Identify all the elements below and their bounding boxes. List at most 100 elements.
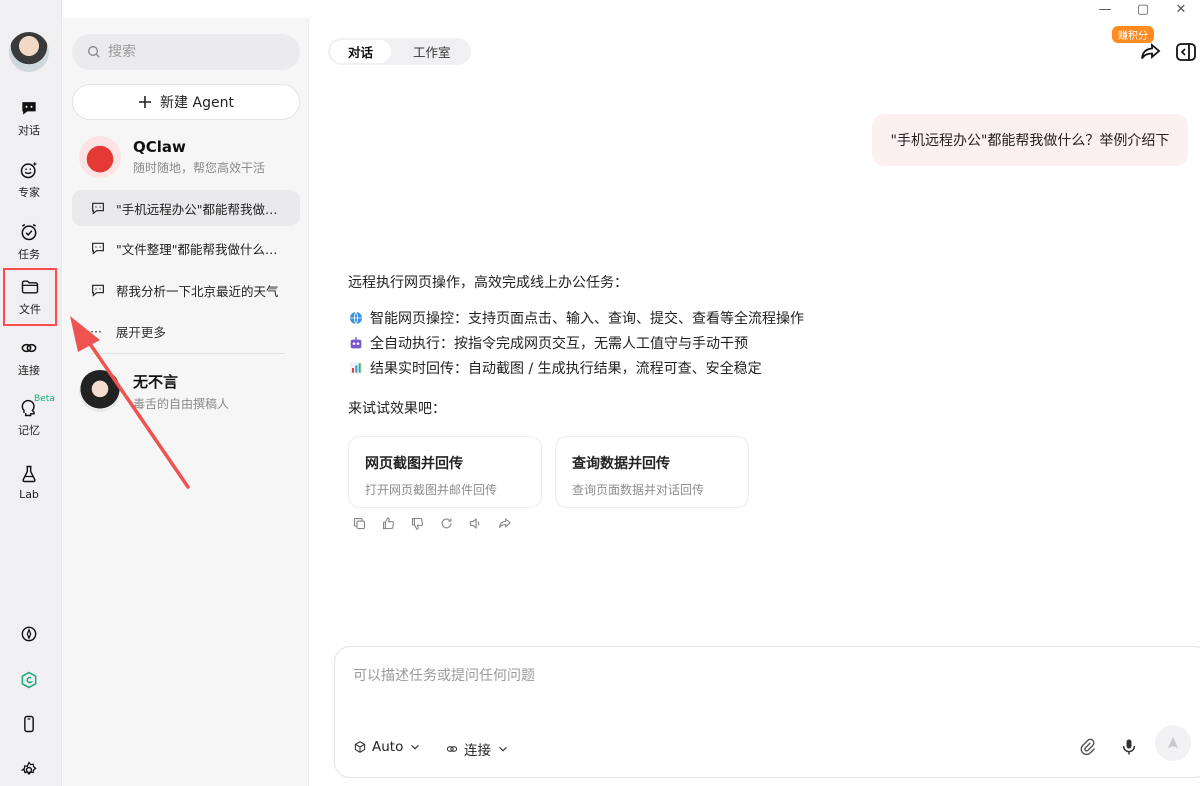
chat-title: "手机远程办公"都能帮我做… — [116, 201, 278, 217]
rail-points[interactable] — [0, 670, 58, 690]
divider — [91, 353, 285, 354]
suggestion-card[interactable]: 查询数据并回传 查询页面数据并对话回传 — [555, 436, 749, 508]
share-icon[interactable] — [497, 516, 512, 531]
search-input[interactable] — [108, 44, 278, 60]
chat-title: "文件整理"都能帮我做什么… — [116, 241, 278, 257]
search-icon — [88, 46, 100, 58]
card-title: 网页截图并回传 — [365, 456, 463, 472]
plus-icon — [139, 96, 152, 108]
rail-item-chat[interactable]: 对话 — [0, 90, 58, 146]
chat-item[interactable]: "手机远程办公"都能帮我做… — [72, 190, 300, 226]
rail-label: 任务 — [18, 248, 40, 261]
wubuyan-avatar — [79, 370, 121, 412]
tab-studio[interactable]: 工作室 — [395, 40, 469, 63]
qclaw-avatar — [79, 136, 121, 178]
mode-tabs: 对话 工作室 — [328, 38, 471, 65]
chat-item[interactable]: "文件整理"都能帮我做什么… — [72, 230, 300, 266]
user-avatar[interactable] — [9, 32, 49, 72]
left-rail: 对话 专家 任务 文件 连接 记忆 Beta Lab — [0, 0, 62, 786]
search-box[interactable] — [72, 34, 300, 70]
bar-chart-icon — [350, 362, 362, 374]
chat-icon — [92, 242, 104, 255]
try-prompt: 来试试效果吧： — [348, 401, 446, 417]
rail-item-lab[interactable]: Lab — [0, 454, 58, 510]
chevron-down-icon — [411, 744, 420, 750]
agent-name: 无不言 — [133, 372, 179, 391]
show-more-button[interactable]: ··· 展开更多 — [90, 322, 166, 341]
agent-desc: 毒舌的自由撰稿人 — [133, 396, 230, 411]
folder-icon — [21, 280, 39, 294]
more-dots-icon: ··· — [90, 324, 102, 339]
rail-label: Lab — [19, 487, 39, 501]
answer-line: 全自动执行：按指令完成网页交互，无需人工值守与手动干预 — [348, 333, 748, 353]
alarm-check-icon — [21, 223, 37, 241]
thumbs-up-icon[interactable] — [381, 516, 396, 531]
rail-label: 文件 — [19, 303, 41, 316]
tab-chat[interactable]: 对话 — [330, 40, 392, 63]
answer-line-text: 智能网页操控：支持页面点击、输入、查询、提交、查看等全流程操作 — [370, 311, 804, 327]
link-loop-icon — [21, 343, 37, 353]
share-icon[interactable] — [1138, 40, 1162, 64]
rail-mobile[interactable] — [0, 714, 58, 734]
prompt-input[interactable] — [353, 665, 1133, 705]
suggestion-card[interactable]: 网页截图并回传 打开网页截图并邮件回传 — [348, 436, 542, 508]
microphone-icon[interactable] — [1119, 737, 1139, 757]
compass-icon — [21, 626, 37, 642]
main-panel: 对话 工作室 赚积分 "手机远程办公"都能帮我做什么？举例介绍下 远程执行网页操… — [310, 18, 1200, 786]
rail-label: 专家 — [18, 186, 40, 199]
composer: Auto 连接 — [334, 646, 1200, 778]
sidebar: 新建 Agent QClaw 随时随地，帮您高效干活 "手机远程办公"都能帮我做… — [63, 18, 309, 786]
speaker-icon[interactable] — [468, 516, 483, 531]
rail-item-memory[interactable]: 记忆 Beta — [0, 390, 58, 446]
user-message-text: "手机远程办公"都能帮我做什么？举例介绍下 — [890, 133, 1170, 149]
message-actions — [352, 516, 512, 531]
rail-item-connect[interactable]: 连接 — [0, 330, 58, 386]
beta-badge: Beta — [34, 394, 55, 404]
new-agent-button[interactable]: 新建 Agent — [72, 84, 300, 120]
window-controls: — ▢ ✕ — [1086, 0, 1200, 18]
agent-desc: 随时随地，帮您高效干活 — [133, 161, 266, 175]
chat-icon — [92, 284, 104, 297]
answer-line-text: 全自动执行：按指令完成网页交互，无需人工值守与手动干预 — [370, 336, 748, 352]
rail-label: 记忆 — [18, 424, 40, 437]
rail-explore[interactable] — [0, 624, 58, 644]
rail-label: 连接 — [18, 364, 40, 377]
agent-wubuyan[interactable]: 无不言 毒舌的自由撰稿人 — [79, 370, 229, 412]
chat-item[interactable]: 帮我分析一下北京最近的天气 — [72, 272, 300, 308]
chat-icon — [92, 202, 104, 215]
rail-label: 对话 — [18, 124, 40, 137]
agent-qclaw[interactable]: QClaw 随时随地，帮您高效干活 — [79, 136, 265, 178]
globe-icon — [350, 311, 362, 325]
agent-name: QClaw — [133, 138, 186, 156]
rail-item-task[interactable]: 任务 — [0, 214, 58, 270]
green-g-icon — [21, 671, 37, 689]
chevron-down-icon — [499, 746, 507, 752]
card-desc: 打开网页截图并邮件回传 — [365, 483, 498, 497]
panel-toggle-icon[interactable] — [1174, 40, 1198, 64]
show-more-label: 展开更多 — [115, 325, 166, 340]
cube-icon — [354, 741, 366, 753]
model-selector[interactable]: Auto — [353, 739, 422, 755]
send-button[interactable] — [1155, 725, 1191, 761]
flask-icon — [22, 465, 36, 482]
attach-icon[interactable] — [1077, 737, 1097, 757]
close-button[interactable]: ✕ — [1162, 0, 1200, 18]
connect-selector[interactable]: 连接 — [445, 739, 510, 759]
refresh-icon[interactable] — [439, 516, 454, 531]
robot-icon — [350, 337, 362, 349]
maximize-button[interactable]: ▢ — [1124, 0, 1162, 18]
answer-line-text: 结果实时回传：自动截图 / 生成执行结果，流程可查、安全稳定 — [370, 361, 762, 377]
rail-settings[interactable] — [0, 760, 58, 780]
rail-item-expert[interactable]: 专家 — [0, 152, 58, 208]
answer-intro: 远程执行网页操作，高效完成线上办公任务： — [348, 275, 628, 291]
rail-item-files[interactable]: 文件 — [3, 268, 57, 326]
minimize-button[interactable]: — — [1086, 0, 1124, 18]
phone-icon — [24, 715, 34, 733]
new-agent-label: 新建 Agent — [160, 95, 234, 111]
card-desc: 查询页面数据并对话回传 — [572, 483, 705, 497]
link-loop-icon — [446, 746, 458, 752]
copy-icon[interactable] — [352, 516, 367, 531]
answer-line: 智能网页操控：支持页面点击、输入、查询、提交、查看等全流程操作 — [348, 308, 804, 328]
send-arrow-icon — [1167, 737, 1179, 749]
thumbs-down-icon[interactable] — [410, 516, 425, 531]
